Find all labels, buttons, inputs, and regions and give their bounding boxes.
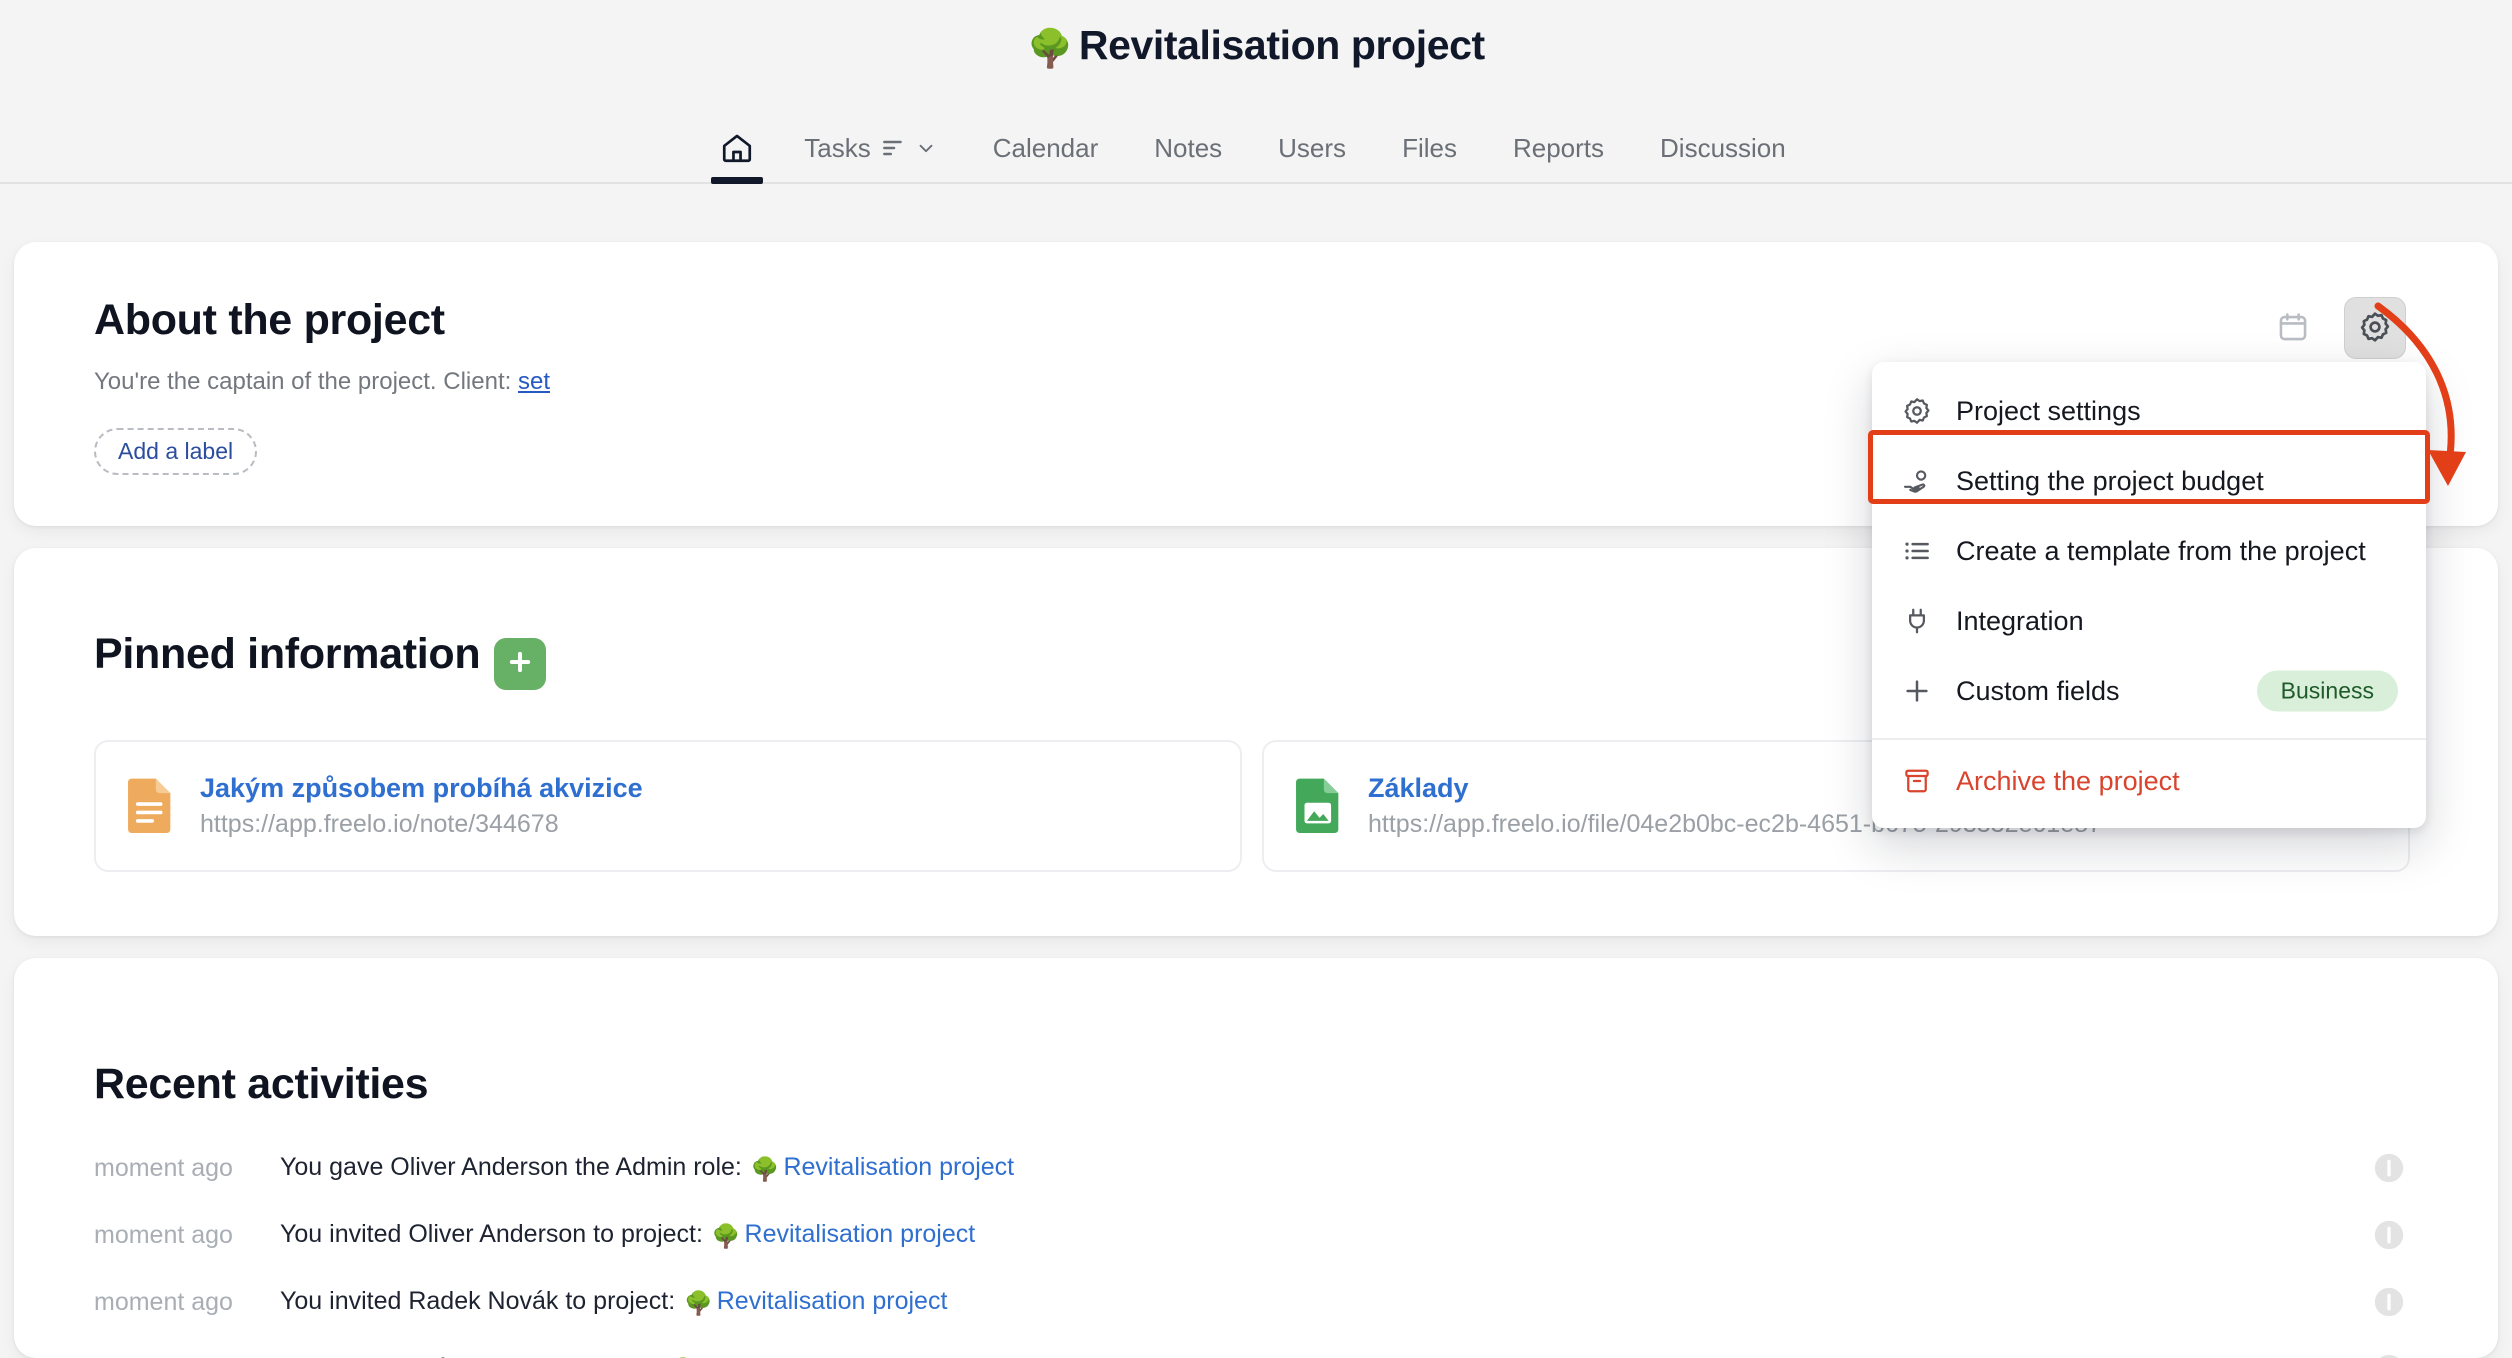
nav-item-calendar-label: Calendar: [992, 132, 1099, 163]
menu-item-integration[interactable]: Integration: [1872, 586, 2426, 656]
plus-icon: [1900, 676, 1934, 706]
menu-item-custom-fields[interactable]: Custom fields Business: [1872, 656, 2426, 726]
project-settings-dropdown-menu: Project settings Setting the project bud…: [1872, 362, 2426, 828]
pinned-item-texts: Jakým způsobem probíhá akvizice https://…: [200, 773, 643, 839]
activity-text: You invited Oliver Anderson to project: …: [280, 1220, 975, 1250]
info-icon[interactable]: [2372, 1151, 2406, 1185]
nav-item-files[interactable]: Files: [1374, 112, 1485, 184]
activity-project-link[interactable]: Revitalisation project: [783, 1153, 1014, 1181]
activity-description: You invited Oliver Anderson to project:: [280, 1220, 710, 1248]
chevron-down-icon: [915, 137, 937, 159]
activity-row: moment ago You gave Oliver Anderson the …: [94, 1140, 2414, 1196]
menu-item-label: Setting the project budget: [1956, 465, 2264, 496]
nav-item-reports-label: Reports: [1512, 132, 1605, 163]
page-root: 🌳 Revitalisation project Tasks Calendar …: [0, 0, 2512, 1358]
app-header: 🌳 Revitalisation project Tasks Calendar …: [0, 0, 2512, 184]
info-icon[interactable]: [2372, 1352, 2406, 1358]
activity-project-link[interactable]: Revitalisation project: [717, 1287, 948, 1315]
menu-item-label: Create a template from the project: [1956, 535, 2366, 566]
info-icon[interactable]: [2372, 1285, 2406, 1319]
active-tab-indicator: [711, 177, 764, 184]
calendar-icon: [2276, 310, 2310, 347]
activity-project-link[interactable]: Revitalisation project: [701, 1354, 932, 1358]
nav-item-notes-label: Notes: [1154, 132, 1223, 163]
page-title: 🌳 Revitalisation project: [0, 22, 2512, 71]
plus-icon: [506, 648, 534, 681]
pinned-item[interactable]: Jakým způsobem probíhá akvizice https://…: [94, 740, 1242, 872]
pinned-item-title: Jakým způsobem probíhá akvizice: [200, 773, 643, 803]
activity-time: moment ago: [94, 1220, 233, 1249]
client-set-link[interactable]: set: [518, 368, 550, 395]
activity-description: You invited Radek Novák to project:: [280, 1287, 683, 1315]
nav-item-files-label: Files: [1402, 132, 1457, 163]
activity-time: moment ago: [94, 1355, 280, 1358]
activity-description: You invited Kvído Bugin to project:: [280, 1354, 667, 1358]
project-title-text: Revitalisation project: [1078, 22, 1485, 68]
activity-text: You invited Radek Novák to project: 🌳 Rev…: [280, 1287, 947, 1317]
activity-description: You gave Oliver Anderson the Admin role:: [280, 1153, 749, 1181]
activity-text: You invited Kvído Bugin to project: 🌳Rev…: [280, 1354, 932, 1358]
status-badge: Business: [2256, 670, 2398, 712]
activity-time: moment ago: [94, 1287, 233, 1316]
nav-item-users-label: Users: [1278, 132, 1347, 163]
tree-emoji-icon: 🌳: [1027, 28, 1073, 69]
activity-row: moment ago You invited Kvído Bugin to pr…: [94, 1341, 2414, 1358]
tree-emoji-icon: 🌳: [684, 1290, 713, 1316]
archive-icon: [1900, 766, 1934, 796]
about-subtitle-text: You're the captain of the project. Clien…: [94, 368, 518, 395]
tree-emoji-icon: 🌳: [711, 1223, 741, 1249]
budget-icon: [1900, 466, 1934, 496]
note-file-icon: [126, 775, 176, 838]
activity-row: moment ago You invited Radek Novák to pr…: [94, 1274, 2414, 1330]
activity-text: You gave Oliver Anderson the Admin role:…: [280, 1153, 1014, 1183]
list-icon: [880, 135, 906, 161]
menu-item-project-settings[interactable]: Project settings: [1872, 376, 2426, 446]
activity-time: moment ago: [94, 1153, 233, 1182]
add-pinned-item-button[interactable]: [494, 638, 546, 690]
nav-item-tasks[interactable]: Tasks: [776, 112, 964, 184]
nav-item-notes[interactable]: Notes: [1126, 112, 1250, 184]
plug-icon: [1900, 606, 1934, 636]
menu-item-label: Archive the project: [1956, 765, 2180, 796]
activity-row: moment ago You invited Oliver Anderson t…: [94, 1207, 2414, 1263]
nav-item-reports[interactable]: Reports: [1485, 112, 1632, 184]
nav-item-calendar[interactable]: Calendar: [965, 112, 1127, 184]
nav-item-users[interactable]: Users: [1250, 112, 1374, 184]
about-subtitle: You're the captain of the project. Clien…: [94, 368, 550, 396]
recent-section-title: Recent activities: [94, 1060, 429, 1108]
menu-item-project-budget[interactable]: Setting the project budget: [1872, 446, 2426, 516]
pinned-section-title: Pinned information: [94, 630, 481, 678]
gear-icon: [2358, 310, 2392, 347]
project-calendar-button[interactable]: [2262, 297, 2324, 359]
about-section-title: About the project: [94, 296, 445, 344]
home-icon: [720, 131, 754, 165]
list-icon: [1900, 536, 1934, 566]
menu-item-label: Custom fields: [1956, 675, 2120, 706]
tree-emoji-icon: 🌳: [750, 1156, 780, 1182]
nav-item-tasks-label: Tasks: [804, 132, 871, 163]
nav-item-home[interactable]: [698, 112, 776, 184]
menu-item-label: Project settings: [1956, 395, 2141, 426]
pinned-item-url: https://app.freelo.io/note/344678: [200, 810, 559, 838]
nav-item-discussion[interactable]: Discussion: [1632, 112, 1814, 184]
add-a-label-button[interactable]: Add a label: [94, 428, 258, 475]
main-navigation: Tasks Calendar Notes Users Files Reports…: [0, 112, 2512, 184]
info-icon[interactable]: [2372, 1218, 2406, 1252]
menu-item-archive-project[interactable]: Archive the project: [1872, 746, 2426, 816]
menu-divider: [1872, 738, 2426, 740]
menu-item-create-template[interactable]: Create a template from the project: [1872, 516, 2426, 586]
menu-item-label: Integration: [1956, 605, 2084, 636]
activity-project-link[interactable]: Revitalisation project: [745, 1220, 976, 1248]
nav-item-discussion-label: Discussion: [1660, 132, 1786, 163]
image-file-icon: [1294, 775, 1344, 838]
project-settings-menu-button[interactable]: [2344, 297, 2406, 359]
gear-icon: [1900, 396, 1934, 426]
